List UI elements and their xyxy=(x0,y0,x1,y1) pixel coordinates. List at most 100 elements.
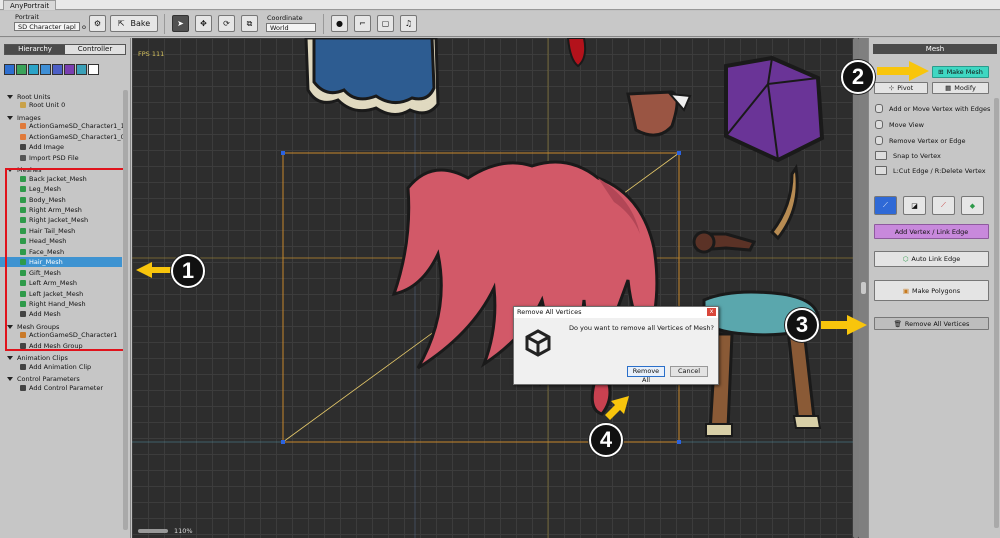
chevron-down-icon[interactable] xyxy=(7,95,13,99)
dialog-title: Remove All Vertices xyxy=(514,307,718,318)
rotate-tool-button[interactable]: ⟳ xyxy=(218,15,235,32)
main-toolbar: Portrait SD Character (apl o ⚙ ⇱ Bake ➤ … xyxy=(0,11,1000,37)
image-icon xyxy=(20,133,26,140)
remove-all-vertices-button[interactable]: 🗑 Remove All Vertices xyxy=(874,317,989,330)
tree-item[interactable]: Add Control Parameter xyxy=(0,383,122,393)
edge-icon: ⟋ xyxy=(941,201,946,209)
psd-icon xyxy=(20,154,26,161)
make-mesh-button[interactable]: ⊞ Make Mesh xyxy=(932,66,989,78)
modify-button[interactable]: ▦ Modify xyxy=(932,82,989,94)
hierarchy-scrollbar[interactable] xyxy=(123,90,128,530)
make-polygons-button[interactable]: ▣ Make Polygons xyxy=(874,280,989,301)
onion-skin-button[interactable]: ● xyxy=(331,15,348,32)
mouse-left-icon xyxy=(875,104,883,113)
portrait-select[interactable]: SD Character (apl xyxy=(14,22,80,31)
tool-help-item: Remove Vertex or Edge xyxy=(875,136,965,147)
root-unit-icon xyxy=(20,102,26,109)
add-icon xyxy=(20,384,26,391)
settings-button[interactable]: ⚙ xyxy=(89,15,106,32)
polygon-mode-button[interactable]: ◆ xyxy=(961,196,984,215)
select-tool-button[interactable]: ➤ xyxy=(172,15,189,32)
cursor-icon: ➤ xyxy=(177,19,184,28)
dialog-remove-all-button[interactable]: Remove All xyxy=(627,366,665,384)
auto-link-edge-button[interactable]: ⬡ Auto Link Edge xyxy=(874,251,989,267)
mesh-frame-icon: ▢ xyxy=(381,19,390,28)
tree-item-label: Root Unit 0 xyxy=(29,101,66,110)
bone-filter-icon[interactable] xyxy=(76,64,87,75)
workspace-canvas[interactable]: FPS 111 110% xyxy=(132,38,859,538)
link-edge-button[interactable]: ⟋ xyxy=(932,196,955,215)
dialog-close-button[interactable]: x xyxy=(707,308,716,316)
text-filter-icon[interactable] xyxy=(4,64,15,75)
tool-help-label: Snap to Vertex xyxy=(893,152,941,160)
tree-item[interactable]: ActionGameSD_Character1_0 xyxy=(0,132,125,142)
tree-item-label: Add Control Parameter xyxy=(29,383,104,392)
physics-view-button[interactable]: ♫ xyxy=(400,15,417,32)
zoom-slider[interactable] xyxy=(138,529,168,533)
skirt-front xyxy=(312,38,436,104)
bake-button[interactable]: ⇱ Bake xyxy=(110,15,158,32)
panel-splitter[interactable] xyxy=(859,38,868,538)
vertex-icon: ◪ xyxy=(911,201,918,210)
callout-arrow-2 xyxy=(877,61,929,81)
mesh-view-button[interactable]: ▢ xyxy=(377,15,394,32)
add-vertex-only-button[interactable]: ◪ xyxy=(903,196,926,215)
bone-view-button[interactable]: ⌐ xyxy=(354,15,371,32)
pivot-icon: ⊹ xyxy=(888,84,895,92)
image-icon xyxy=(20,123,26,130)
scale-tool-button[interactable]: ⧉ xyxy=(241,15,258,32)
splitter-handle[interactable] xyxy=(861,282,866,294)
export-icon: ⇱ xyxy=(117,19,125,28)
tool-help-label: Add or Move Vertex with Edges xyxy=(889,105,991,113)
callout-number-4: 4 xyxy=(589,423,623,457)
meshes-highlight-box xyxy=(5,168,127,351)
image-filter-icon[interactable] xyxy=(16,64,27,75)
animation-filter-icon[interactable] xyxy=(52,64,63,75)
toolbar-divider xyxy=(323,14,324,34)
tool-help-item: Move View xyxy=(875,120,924,131)
vertex-handle xyxy=(677,151,681,155)
dialog-cancel-button[interactable]: Cancel xyxy=(670,366,708,377)
close-filter-icon[interactable] xyxy=(88,64,99,75)
tree-item-label: ActionGameSD_Character1_0 xyxy=(29,132,125,141)
add-vertex-mode-button[interactable]: ⟋ xyxy=(874,196,897,215)
right-leg-shape xyxy=(786,328,816,424)
group-filter-icon[interactable] xyxy=(40,64,51,75)
move-tool-button[interactable]: ✥ xyxy=(195,15,212,32)
left-boot-cuff xyxy=(705,423,733,437)
make-mesh-label: Make Mesh xyxy=(946,68,983,76)
mesh-panel-scrollbar[interactable] xyxy=(994,98,999,528)
tree-item[interactable]: Root Unit 0 xyxy=(0,100,122,110)
tool-help-label: Remove Vertex or Edge xyxy=(889,137,966,145)
add-icon xyxy=(20,144,26,151)
tree-item[interactable]: Add Image xyxy=(0,142,122,152)
callout-number-1: 1 xyxy=(171,254,205,288)
chevron-down-icon[interactable] xyxy=(7,356,13,361)
red-drop-shape xyxy=(566,38,587,68)
tool-help-item: L:Cut Edge / R:Delete Vertex xyxy=(875,166,986,177)
chevron-down-icon[interactable] xyxy=(7,115,13,120)
tree-item[interactable]: Import PSD File xyxy=(0,153,122,163)
add-vertex-link-edge-button[interactable]: Add Vertex / Link Edge xyxy=(874,224,989,239)
toolbar-divider xyxy=(164,14,165,34)
tab-controller[interactable]: Controller xyxy=(65,45,125,54)
ctrl-key-icon xyxy=(875,166,887,175)
mesh-filter-icon[interactable] xyxy=(28,64,39,75)
pivot-button[interactable]: ⊹ Pivot xyxy=(874,82,928,94)
tab-hierarchy[interactable]: Hierarchy xyxy=(5,45,65,54)
vertex-handle xyxy=(677,440,681,444)
gear-icon: ⚙ xyxy=(93,19,102,28)
coordinate-select[interactable]: World xyxy=(266,23,316,32)
chevron-down-icon[interactable] xyxy=(7,377,13,382)
circle-icon: ● xyxy=(336,19,343,28)
polygon-icon: ◆ xyxy=(969,201,976,210)
canvas-artwork xyxy=(132,38,859,538)
tree-item-label: Add Animation Clip xyxy=(29,362,92,371)
zoom-readout: 110% xyxy=(174,527,193,535)
parameter-filter-icon[interactable] xyxy=(64,64,75,75)
window-tab[interactable]: AnyPortrait xyxy=(3,0,57,10)
tree-item[interactable]: ActionGameSD_Character1_1 xyxy=(0,121,125,131)
tree-item[interactable]: Add Animation Clip xyxy=(0,362,122,372)
make-polygons-icon: ▣ xyxy=(902,286,910,295)
make-polygons-label: Make Polygons xyxy=(912,286,961,295)
